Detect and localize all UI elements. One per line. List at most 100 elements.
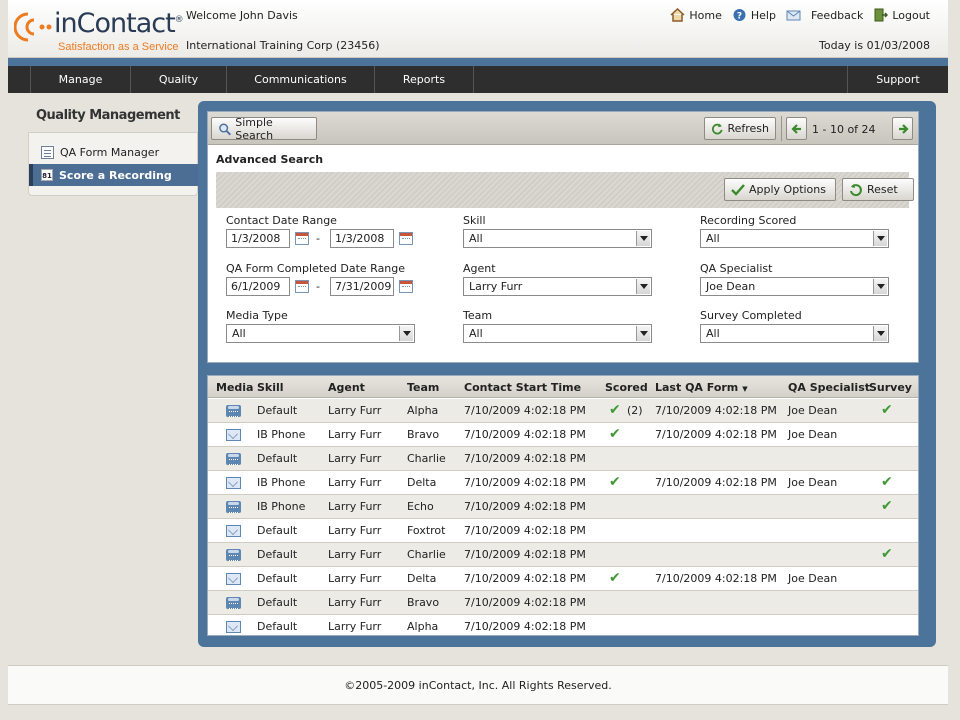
col-last-qa[interactable]: Last QA Form ▼ bbox=[655, 381, 748, 394]
cell-agent: Larry Furr bbox=[328, 452, 382, 465]
next-page-button[interactable] bbox=[892, 117, 913, 140]
survey-completed-select[interactable]: All bbox=[700, 324, 889, 343]
search-icon bbox=[219, 123, 231, 135]
help-label: Help bbox=[750, 8, 776, 22]
cell-agent: Larry Furr bbox=[328, 500, 382, 513]
chevron-down-icon bbox=[636, 326, 650, 341]
nav-quality[interactable]: Quality bbox=[131, 66, 227, 93]
logout-label: Logout bbox=[892, 8, 930, 22]
cell-agent: Larry Furr bbox=[328, 524, 382, 537]
home-icon bbox=[670, 8, 685, 22]
reset-icon bbox=[850, 183, 862, 196]
team-select[interactable]: All bbox=[463, 324, 652, 343]
contact-date-from-input[interactable]: 1/3/2008 bbox=[226, 229, 290, 248]
media-type-select[interactable]: All bbox=[226, 324, 415, 343]
form-icon bbox=[41, 145, 54, 159]
nav-support[interactable]: Support bbox=[848, 66, 948, 93]
survey-check-icon: ✔ bbox=[881, 546, 893, 562]
calendar-icon[interactable] bbox=[295, 280, 309, 293]
chevron-down-icon bbox=[636, 279, 650, 294]
qa-completed-from-input[interactable]: 6/1/2009 bbox=[226, 277, 290, 296]
email-icon bbox=[226, 573, 241, 585]
col-agent[interactable]: Agent bbox=[328, 381, 365, 394]
table-row[interactable]: Default Larry Furr Alpha 7/10/2009 4:02:18 … bbox=[208, 615, 918, 635]
reset-button[interactable]: Reset bbox=[842, 178, 914, 201]
calendar-icon[interactable] bbox=[295, 232, 309, 245]
col-survey[interactable]: Survey bbox=[869, 381, 912, 394]
options-bar: Apply Options Reset bbox=[216, 172, 914, 208]
home-link[interactable]: Home bbox=[670, 8, 722, 22]
col-qa-specialist[interactable]: QA Specialist bbox=[788, 381, 870, 394]
refresh-button[interactable]: Refresh bbox=[704, 117, 776, 140]
cell-last-qa: 7/10/2009 4:02:18 PM bbox=[655, 476, 777, 489]
contact-date-to-input[interactable]: 1/3/2008 bbox=[330, 229, 394, 248]
nav-spacer bbox=[474, 66, 848, 93]
cell-contact-start: 7/10/2009 4:02:18 PM bbox=[464, 620, 586, 633]
cell-agent: Larry Furr bbox=[328, 476, 382, 489]
toolbar: Simple Search Refresh 1 - 10 of 24 bbox=[208, 112, 918, 145]
help-link[interactable]: ? Help bbox=[732, 8, 776, 22]
brand-name: inContact® bbox=[54, 8, 184, 39]
cell-last-qa: 7/10/2009 4:02:18 PM bbox=[655, 572, 777, 585]
feedback-link[interactable]: Feedback bbox=[786, 8, 863, 22]
chevron-down-icon bbox=[873, 326, 887, 341]
score-count[interactable]: (2) bbox=[627, 404, 643, 417]
apply-options-button[interactable]: Apply Options bbox=[724, 178, 836, 201]
nav-manage[interactable]: Manage bbox=[31, 66, 131, 93]
recording-scored-select[interactable]: All bbox=[700, 229, 889, 248]
qa-specialist-select[interactable]: Joe Dean bbox=[700, 277, 889, 296]
table-row[interactable]: Default Larry Furr Charlie 7/10/2009 4:02:1… bbox=[208, 447, 918, 471]
col-media[interactable]: Media bbox=[216, 381, 253, 394]
search-card: Simple Search Refresh 1 - 10 of 24 Advan… bbox=[207, 111, 919, 363]
media-type-label: Media Type bbox=[226, 309, 288, 322]
calendar-icon[interactable] bbox=[399, 232, 413, 245]
agent-select[interactable]: Larry Furr bbox=[463, 277, 652, 296]
logo-mark-icon bbox=[14, 12, 52, 42]
table-row[interactable]: IB Phone Larry Furr Delta 7/10/2009 4:02:18… bbox=[208, 471, 918, 495]
phone-icon bbox=[226, 549, 241, 561]
nav-communications[interactable]: Communications bbox=[227, 66, 375, 93]
feedback-label: Feedback bbox=[810, 8, 864, 22]
cell-contact-start: 7/10/2009 4:02:18 PM bbox=[464, 572, 586, 585]
table-row[interactable]: IB Phone Larry Furr Echo 7/10/2009 4:02:18 … bbox=[208, 495, 918, 519]
cell-contact-start: 7/10/2009 4:02:18 PM bbox=[464, 452, 586, 465]
logout-link[interactable]: Logout bbox=[873, 8, 930, 22]
sidebar-item-qa-form-manager[interactable]: QA Form Manager bbox=[29, 141, 199, 163]
col-contact-start[interactable]: Contact Start Time bbox=[464, 381, 581, 394]
col-team[interactable]: Team bbox=[407, 381, 439, 394]
cell-contact-start: 7/10/2009 4:02:18 PM bbox=[464, 500, 586, 513]
pager-text: 1 - 10 of 24 bbox=[812, 123, 876, 136]
cell-skill: Default bbox=[257, 596, 298, 609]
cell-skill: Default bbox=[257, 524, 298, 537]
arrow-left-icon bbox=[790, 123, 801, 134]
table-row[interactable]: Default Larry Furr Bravo 7/10/2009 4:02:18 … bbox=[208, 591, 918, 615]
simple-search-button[interactable]: Simple Search bbox=[211, 116, 317, 142]
cell-team: Delta bbox=[407, 476, 437, 489]
sidebar-item-score-recording[interactable]: 81 Score a Recording bbox=[29, 164, 199, 186]
table-row[interactable]: Default Larry Furr Charlie 7/10/2009 4:02:1… bbox=[208, 543, 918, 567]
cell-contact-start: 7/10/2009 4:02:18 PM bbox=[464, 476, 586, 489]
table-header: Media Skill Agent Team Contact Start Tim… bbox=[208, 376, 918, 398]
nav-reports[interactable]: Reports bbox=[375, 66, 474, 93]
range-separator: - bbox=[316, 280, 320, 293]
table-row[interactable]: Default Larry Furr Alpha 7/10/2009 4:02:18 … bbox=[208, 399, 918, 423]
table-row[interactable]: Default Larry Furr Delta 7/10/2009 4:02:18 … bbox=[208, 567, 918, 591]
skill-select[interactable]: All bbox=[463, 229, 652, 248]
recording-scored-value: All bbox=[706, 232, 720, 245]
scored-check-icon: ✔ bbox=[609, 402, 621, 418]
calendar-icon[interactable] bbox=[399, 280, 413, 293]
scored-check-icon: ✔ bbox=[609, 474, 621, 490]
cell-qa-specialist: Joe Dean bbox=[788, 404, 838, 417]
col-scored[interactable]: Scored bbox=[605, 381, 648, 394]
tagline: Satisfaction as a Service bbox=[58, 41, 179, 53]
app-frame: inContact® Satisfaction as a Service Wel… bbox=[8, 0, 948, 720]
cell-skill: Default bbox=[257, 452, 298, 465]
sidebar-item-label: QA Form Manager bbox=[60, 145, 160, 159]
prev-page-button[interactable] bbox=[786, 117, 807, 140]
qa-completed-to-input[interactable]: 7/31/2009 bbox=[330, 277, 394, 296]
home-label: Home bbox=[689, 8, 722, 22]
col-skill[interactable]: Skill bbox=[257, 381, 284, 394]
table-row[interactable]: Default Larry Furr Foxtrot 7/10/2009 4:02:1… bbox=[208, 519, 918, 543]
table-row[interactable]: IB Phone Larry Furr Bravo 7/10/2009 4:02:18… bbox=[208, 423, 918, 447]
brand-suffix: Contact bbox=[76, 8, 176, 39]
